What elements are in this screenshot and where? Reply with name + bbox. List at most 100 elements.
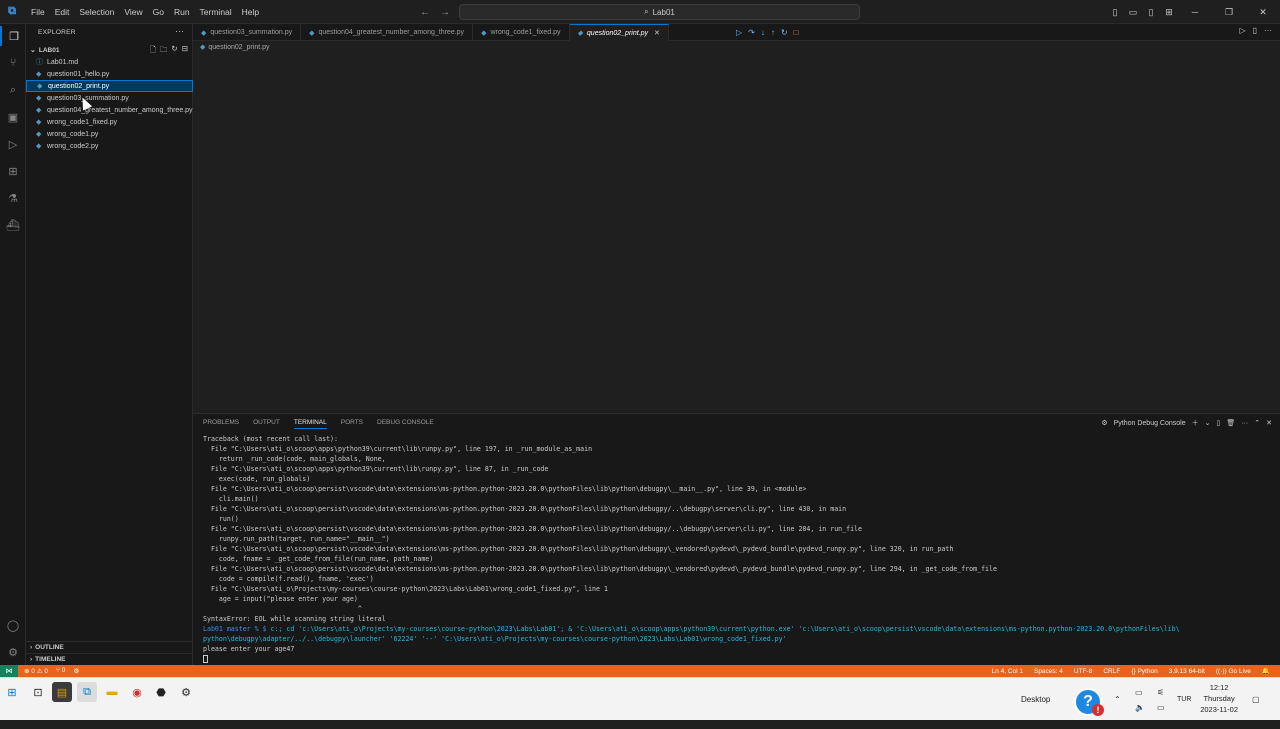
- tab-wrong-code1-fixed[interactable]: ◆ wrong_code1_fixed.py: [473, 24, 570, 41]
- terminal-line: run(): [203, 515, 239, 523]
- chevron-down-icon[interactable]: ⌄: [1205, 419, 1211, 427]
- breadcrumb-file[interactable]: question02_print.py: [208, 44, 269, 51]
- tab-debug-console[interactable]: DEBUG CONSOLE: [377, 419, 434, 429]
- step-over-icon[interactable]: ↷: [748, 28, 755, 37]
- app-icon[interactable]: ◉: [127, 682, 147, 702]
- tab-terminal[interactable]: TERMINAL: [293, 419, 327, 429]
- app-icon[interactable]: ⬣: [151, 682, 171, 702]
- step-out-icon[interactable]: ↑: [771, 28, 775, 37]
- new-terminal-icon[interactable]: ＋: [1192, 418, 1199, 428]
- file-item[interactable]: ◆ wrong_code1.py: [26, 128, 193, 140]
- split-editor-icon[interactable]: ▯: [1253, 26, 1257, 35]
- docker-icon[interactable]: ⛴: [0, 215, 26, 235]
- problems-status[interactable]: ⊗ 0 ⚠ 0: [24, 667, 48, 675]
- app-icon[interactable]: ▤: [52, 682, 72, 702]
- menu-terminal[interactable]: Terminal: [195, 0, 237, 24]
- file-explorer-icon[interactable]: ▬: [102, 682, 122, 702]
- tab-question04[interactable]: ◆ question04_greatest_number_among_three.…: [301, 24, 474, 41]
- indentation[interactable]: Spaces: 4: [1034, 668, 1063, 675]
- file-item[interactable]: ◆ question03_summation.py: [26, 92, 193, 104]
- maximize-button[interactable]: ❐: [1212, 7, 1246, 18]
- cursor-position[interactable]: Ln 4, Col 1: [992, 668, 1023, 675]
- trash-icon[interactable]: 🗑: [1226, 419, 1235, 427]
- file-item[interactable]: ◆ question01_hello.py: [26, 68, 193, 80]
- tab-ports[interactable]: PORTS: [341, 419, 363, 429]
- close-window-button[interactable]: ✕: [1246, 7, 1280, 18]
- file-item-selected[interactable]: ◆ question02_print.py: [26, 80, 193, 92]
- go-live-button[interactable]: ((·)) Go Live: [1216, 668, 1251, 675]
- python-interpreter[interactable]: 3.9.13 64-bit: [1169, 668, 1205, 675]
- editor-area[interactable]: [193, 41, 1280, 413]
- clock[interactable]: 12:12 Thursday 2023-11-02: [1200, 682, 1238, 715]
- debug-status-icon[interactable]: ⚙: [73, 667, 79, 675]
- tab-output[interactable]: OUTPUT: [253, 419, 280, 429]
- notification-center-icon[interactable]: ▢: [1252, 678, 1260, 721]
- help-question-icon[interactable]: ?!: [1074, 688, 1104, 716]
- toggle-panel-icon[interactable]: ▭: [1124, 7, 1142, 18]
- accounts-icon[interactable]: ◯: [0, 615, 26, 635]
- run-python-icon[interactable]: ▷: [1239, 26, 1245, 35]
- encoding[interactable]: UTF-8: [1074, 668, 1092, 675]
- desktop-label[interactable]: Desktop: [1021, 678, 1050, 721]
- more-actions-icon[interactable]: ···: [175, 26, 184, 36]
- vscode-logo-icon: ⧉: [8, 5, 16, 17]
- close-panel-icon[interactable]: ✕: [1266, 419, 1272, 427]
- menu-go[interactable]: Go: [148, 0, 169, 24]
- menu-selection[interactable]: Selection: [74, 0, 119, 24]
- timeline-section[interactable]: › TIMELINE: [26, 653, 193, 665]
- notifications-bell-icon[interactable]: 🔔: [1262, 667, 1270, 675]
- terminal-name[interactable]: Python Debug Console: [1114, 420, 1186, 427]
- command-center[interactable]: ⌕ Lab01: [459, 4, 860, 20]
- maximize-panel-icon[interactable]: ⌃: [1254, 419, 1260, 427]
- step-into-icon[interactable]: ↓: [761, 28, 765, 37]
- tab-question03[interactable]: ◆ question03_summation.py: [193, 24, 302, 41]
- end-of-line[interactable]: CRLF: [1103, 668, 1120, 675]
- app-icon[interactable]: ⊡: [28, 682, 48, 702]
- restart-icon[interactable]: ↻: [781, 28, 788, 37]
- source-control-icon[interactable]: ⑂: [0, 53, 26, 73]
- extensions-icon[interactable]: ⊞: [0, 161, 26, 181]
- menu-edit[interactable]: Edit: [50, 0, 75, 24]
- file-item[interactable]: ◆ question04_greatest_number_among_three.…: [26, 104, 193, 116]
- settings-icon[interactable]: ⚙: [176, 682, 196, 702]
- forward-arrow-icon[interactable]: →: [440, 7, 450, 18]
- remote-indicator-icon[interactable]: ⋈: [0, 665, 18, 677]
- toggle-secondary-sidebar-icon[interactable]: ▯: [1142, 7, 1160, 18]
- windows-start-icon[interactable]: ⊞: [2, 682, 22, 702]
- continue-icon[interactable]: ▷: [736, 28, 742, 37]
- terminal-line: code = compile(f.read(), fname, 'exec'): [203, 575, 374, 583]
- status-bar: ⋈ ⊗ 0 ⚠ 0 ⑂ 0 ⚙ Ln 4, Col 1 Spaces: 4 UT…: [0, 665, 1280, 677]
- menu-file[interactable]: File: [26, 0, 50, 24]
- explorer-icon[interactable]: ❐: [0, 26, 26, 46]
- remote-explorer-icon[interactable]: ▣: [0, 107, 26, 127]
- menu-view[interactable]: View: [119, 0, 147, 24]
- outline-section[interactable]: › OUTLINE: [26, 641, 193, 653]
- battery-icon[interactable]: ▭: [1157, 686, 1165, 729]
- file-item[interactable]: ◆ wrong_code1_fixed.py: [26, 116, 193, 128]
- speaker-icon[interactable]: 🔈: [1135, 686, 1145, 729]
- tab-question02-active[interactable]: ◆ question02_print.py ✕: [569, 24, 669, 41]
- minimize-button[interactable]: ─: [1178, 7, 1212, 17]
- settings-gear-icon[interactable]: ⚙: [0, 642, 26, 662]
- customize-layout-icon[interactable]: ⊞: [1160, 7, 1178, 18]
- file-item[interactable]: ⓘ Lab01.md: [26, 56, 193, 68]
- input-language[interactable]: TUR: [1177, 678, 1191, 721]
- vscode-taskbar-icon[interactable]: ⧉: [77, 682, 97, 702]
- more-actions-icon[interactable]: ···: [1264, 26, 1272, 35]
- more-actions-icon[interactable]: ···: [1241, 420, 1248, 427]
- menu-run[interactable]: Run: [169, 0, 195, 24]
- split-terminal-icon[interactable]: ▯: [1217, 419, 1221, 427]
- toggle-sidebar-icon[interactable]: ▯: [1106, 7, 1124, 18]
- stop-icon[interactable]: □: [794, 28, 799, 37]
- terminal-output[interactable]: Traceback (most recent call last): File …: [203, 434, 1273, 664]
- show-hidden-icons-icon[interactable]: ⌃: [1114, 678, 1121, 721]
- close-tab-icon[interactable]: ✕: [654, 29, 660, 37]
- menu-help[interactable]: Help: [237, 0, 264, 24]
- tab-problems[interactable]: PROBLEMS: [203, 419, 239, 429]
- search-activity-icon[interactable]: ⌕: [0, 80, 26, 100]
- testing-icon[interactable]: ⚗: [0, 188, 26, 208]
- run-debug-icon[interactable]: ▷: [0, 134, 26, 154]
- ports-status[interactable]: ⑂ 0: [56, 667, 65, 675]
- back-arrow-icon[interactable]: ←: [420, 7, 430, 18]
- file-item[interactable]: ◆ wrong_code2.py: [26, 140, 193, 152]
